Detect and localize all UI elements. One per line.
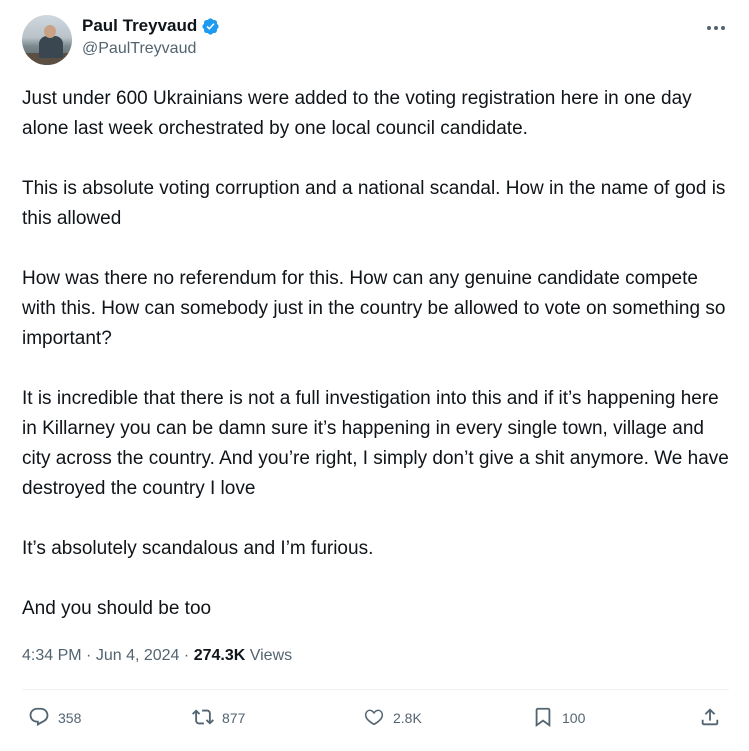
- tweet-paragraph: It is incredible that there is not a ful…: [22, 388, 729, 499]
- views-count: 274.3K: [193, 647, 246, 664]
- tweet-paragraph: It’s absolutely scandalous and I’m furio…: [22, 538, 374, 559]
- display-name[interactable]: Paul Treyvaud: [82, 16, 197, 36]
- author-names: Paul Treyvaud @PaulTreyvaud: [82, 15, 220, 58]
- reply-count: 358: [58, 710, 82, 726]
- bookmark-button[interactable]: 100: [532, 704, 585, 732]
- tweet: Paul Treyvaud @PaulTreyvaud Just under 6…: [0, 0, 749, 751]
- bookmark-count: 100: [562, 710, 586, 726]
- tweet-paragraph: Just under 600 Ukrainians were added to …: [22, 88, 692, 139]
- share-upload-icon: [699, 706, 721, 731]
- bookmark-icon: [532, 706, 554, 731]
- action-bar: 358 877 2.8K 100: [22, 704, 729, 732]
- tweet-date[interactable]: Jun 4, 2024: [96, 647, 180, 664]
- tweet-paragraph: And you should be too: [22, 598, 212, 619]
- meta-separator: ·: [183, 647, 190, 664]
- meta-separator: ·: [86, 647, 92, 664]
- avatar-figure-body: [39, 36, 63, 58]
- tweet-time[interactable]: 4:34 PM: [22, 647, 82, 664]
- heart-icon: [363, 706, 385, 731]
- tweet-paragraph: How was there no referendum for this. Ho…: [22, 268, 726, 349]
- verified-badge-icon[interactable]: [201, 17, 220, 36]
- share-button[interactable]: [699, 704, 721, 732]
- like-count: 2.8K: [393, 710, 422, 726]
- tweet-meta: 4:34 PM · Jun 4, 2024 · 274.3K Views: [22, 646, 292, 666]
- handle[interactable]: @PaulTreyvaud: [82, 40, 220, 58]
- tweet-text: Just under 600 Ukrainians were added to …: [22, 84, 732, 654]
- divider: [22, 689, 729, 690]
- avatar-figure-head: [44, 25, 56, 38]
- repost-count: 877: [222, 710, 246, 726]
- views-label: Views: [249, 647, 293, 664]
- tweet-paragraph: This is absolute voting corruption and a…: [22, 178, 726, 229]
- like-button[interactable]: 2.8K: [363, 704, 422, 732]
- reply-bubble-icon: [28, 706, 50, 731]
- more-horizontal-icon[interactable]: [705, 17, 727, 37]
- avatar[interactable]: [22, 15, 72, 65]
- display-name-row: Paul Treyvaud: [82, 15, 220, 37]
- repost-arrows-icon: [192, 706, 214, 731]
- repost-button[interactable]: 877: [192, 704, 245, 732]
- reply-button[interactable]: 358: [28, 704, 81, 732]
- tweet-header: Paul Treyvaud @PaulTreyvaud: [22, 13, 729, 65]
